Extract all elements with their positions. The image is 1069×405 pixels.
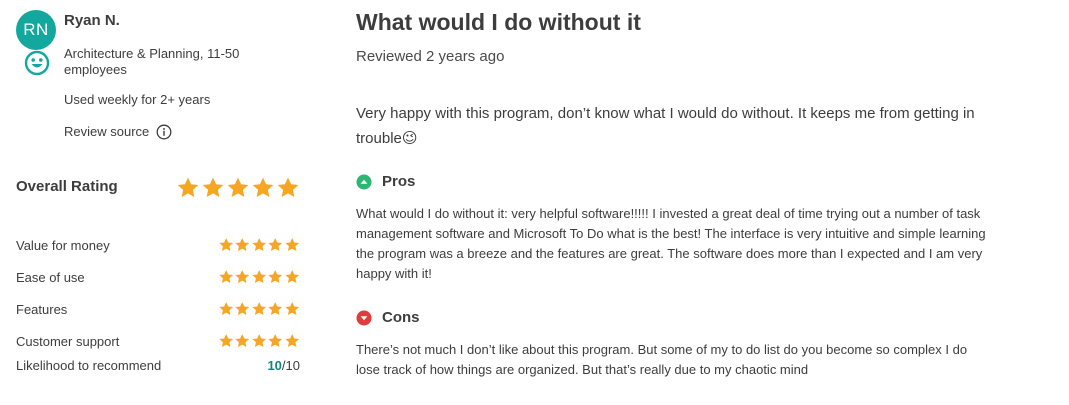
- smiley-icon: [24, 50, 50, 76]
- star-icon: [235, 270, 250, 283]
- pros-text: What would I do without it: very helpful…: [356, 206, 986, 281]
- rating-stars: [218, 269, 300, 285]
- rating-stars: [218, 301, 300, 317]
- review-summary: Very happy with this program, don’t know…: [356, 102, 996, 151]
- star-icon: [177, 177, 199, 197]
- review-source-label: Review source: [64, 124, 150, 139]
- star-icon: [268, 238, 283, 251]
- rating-stars: [218, 333, 300, 349]
- review-date: Reviewed 2 years ago: [356, 48, 505, 65]
- likelihood-max: /10: [281, 358, 300, 373]
- reviewer-name: Ryan N.: [64, 12, 120, 29]
- overall-rating: Overall Rating: [16, 176, 300, 202]
- star-icon: [219, 334, 234, 347]
- likelihood-value: 10: [267, 358, 282, 373]
- star-icon: [252, 270, 266, 283]
- cons-text: There’s not much I don’t like about this…: [356, 342, 968, 377]
- star-icon: [268, 334, 283, 347]
- reviewer-company: Architecture & Planning, 11-50 employees: [64, 46, 240, 77]
- star-icon: [277, 177, 299, 197]
- star-icon: [202, 177, 224, 197]
- rating-stars: [218, 237, 300, 253]
- likelihood-score: 10/10: [267, 358, 300, 373]
- rating-row: Features: [16, 301, 300, 319]
- star-icon: [252, 238, 266, 251]
- star-icon: [235, 334, 250, 347]
- star-icon: [235, 302, 250, 315]
- cons-label: Cons: [382, 309, 420, 326]
- star-icon: [284, 238, 299, 251]
- cons-down-icon: [356, 310, 372, 325]
- info-icon[interactable]: [156, 124, 172, 140]
- likelihood-label: Likelihood to recommend: [16, 358, 162, 373]
- star-icon: [227, 177, 249, 197]
- rating-row: Ease of use: [16, 269, 300, 287]
- star-icon: [219, 238, 234, 251]
- reviewer-header: RN Ryan N.: [16, 8, 306, 50]
- overall-stars: [176, 176, 300, 200]
- reviewer-usage: Used weekly for 2+ years: [64, 92, 211, 107]
- avatar: RN: [16, 10, 56, 50]
- review-summary-text: Very happy with this program, don’t know…: [356, 105, 975, 147]
- cons-heading: Cons: [356, 309, 420, 326]
- star-icon: [268, 270, 283, 283]
- rating-label: Features: [16, 302, 68, 317]
- pros-label: Pros: [382, 173, 416, 190]
- rating-label: Ease of use: [16, 270, 85, 285]
- rating-label: Customer support: [16, 334, 120, 349]
- review-source: Review source: [64, 124, 172, 140]
- review-title: What would I do without it: [356, 9, 641, 35]
- pros-up-icon: [356, 174, 372, 189]
- likelihood-row: Likelihood to recommend 10/10: [16, 357, 300, 375]
- star-icon: [235, 238, 250, 251]
- star-icon: [284, 302, 299, 315]
- rating-row: Customer support: [16, 333, 300, 351]
- rating-label: Value for money: [16, 238, 110, 253]
- star-icon: [252, 177, 274, 197]
- overall-rating-label: Overall Rating: [16, 178, 118, 195]
- star-icon: [284, 270, 299, 283]
- star-icon: [284, 334, 299, 347]
- star-icon: [219, 270, 234, 283]
- star-icon: [252, 334, 266, 347]
- wink-emoji: 😉: [401, 129, 418, 147]
- pros-heading: Pros: [356, 173, 415, 190]
- star-icon: [219, 302, 234, 315]
- rating-row: Value for money: [16, 237, 300, 255]
- reviewer-panel: RN Ryan N. Architecture & Planning, 11-5…: [16, 8, 306, 373]
- star-icon: [252, 302, 266, 315]
- star-icon: [268, 302, 283, 315]
